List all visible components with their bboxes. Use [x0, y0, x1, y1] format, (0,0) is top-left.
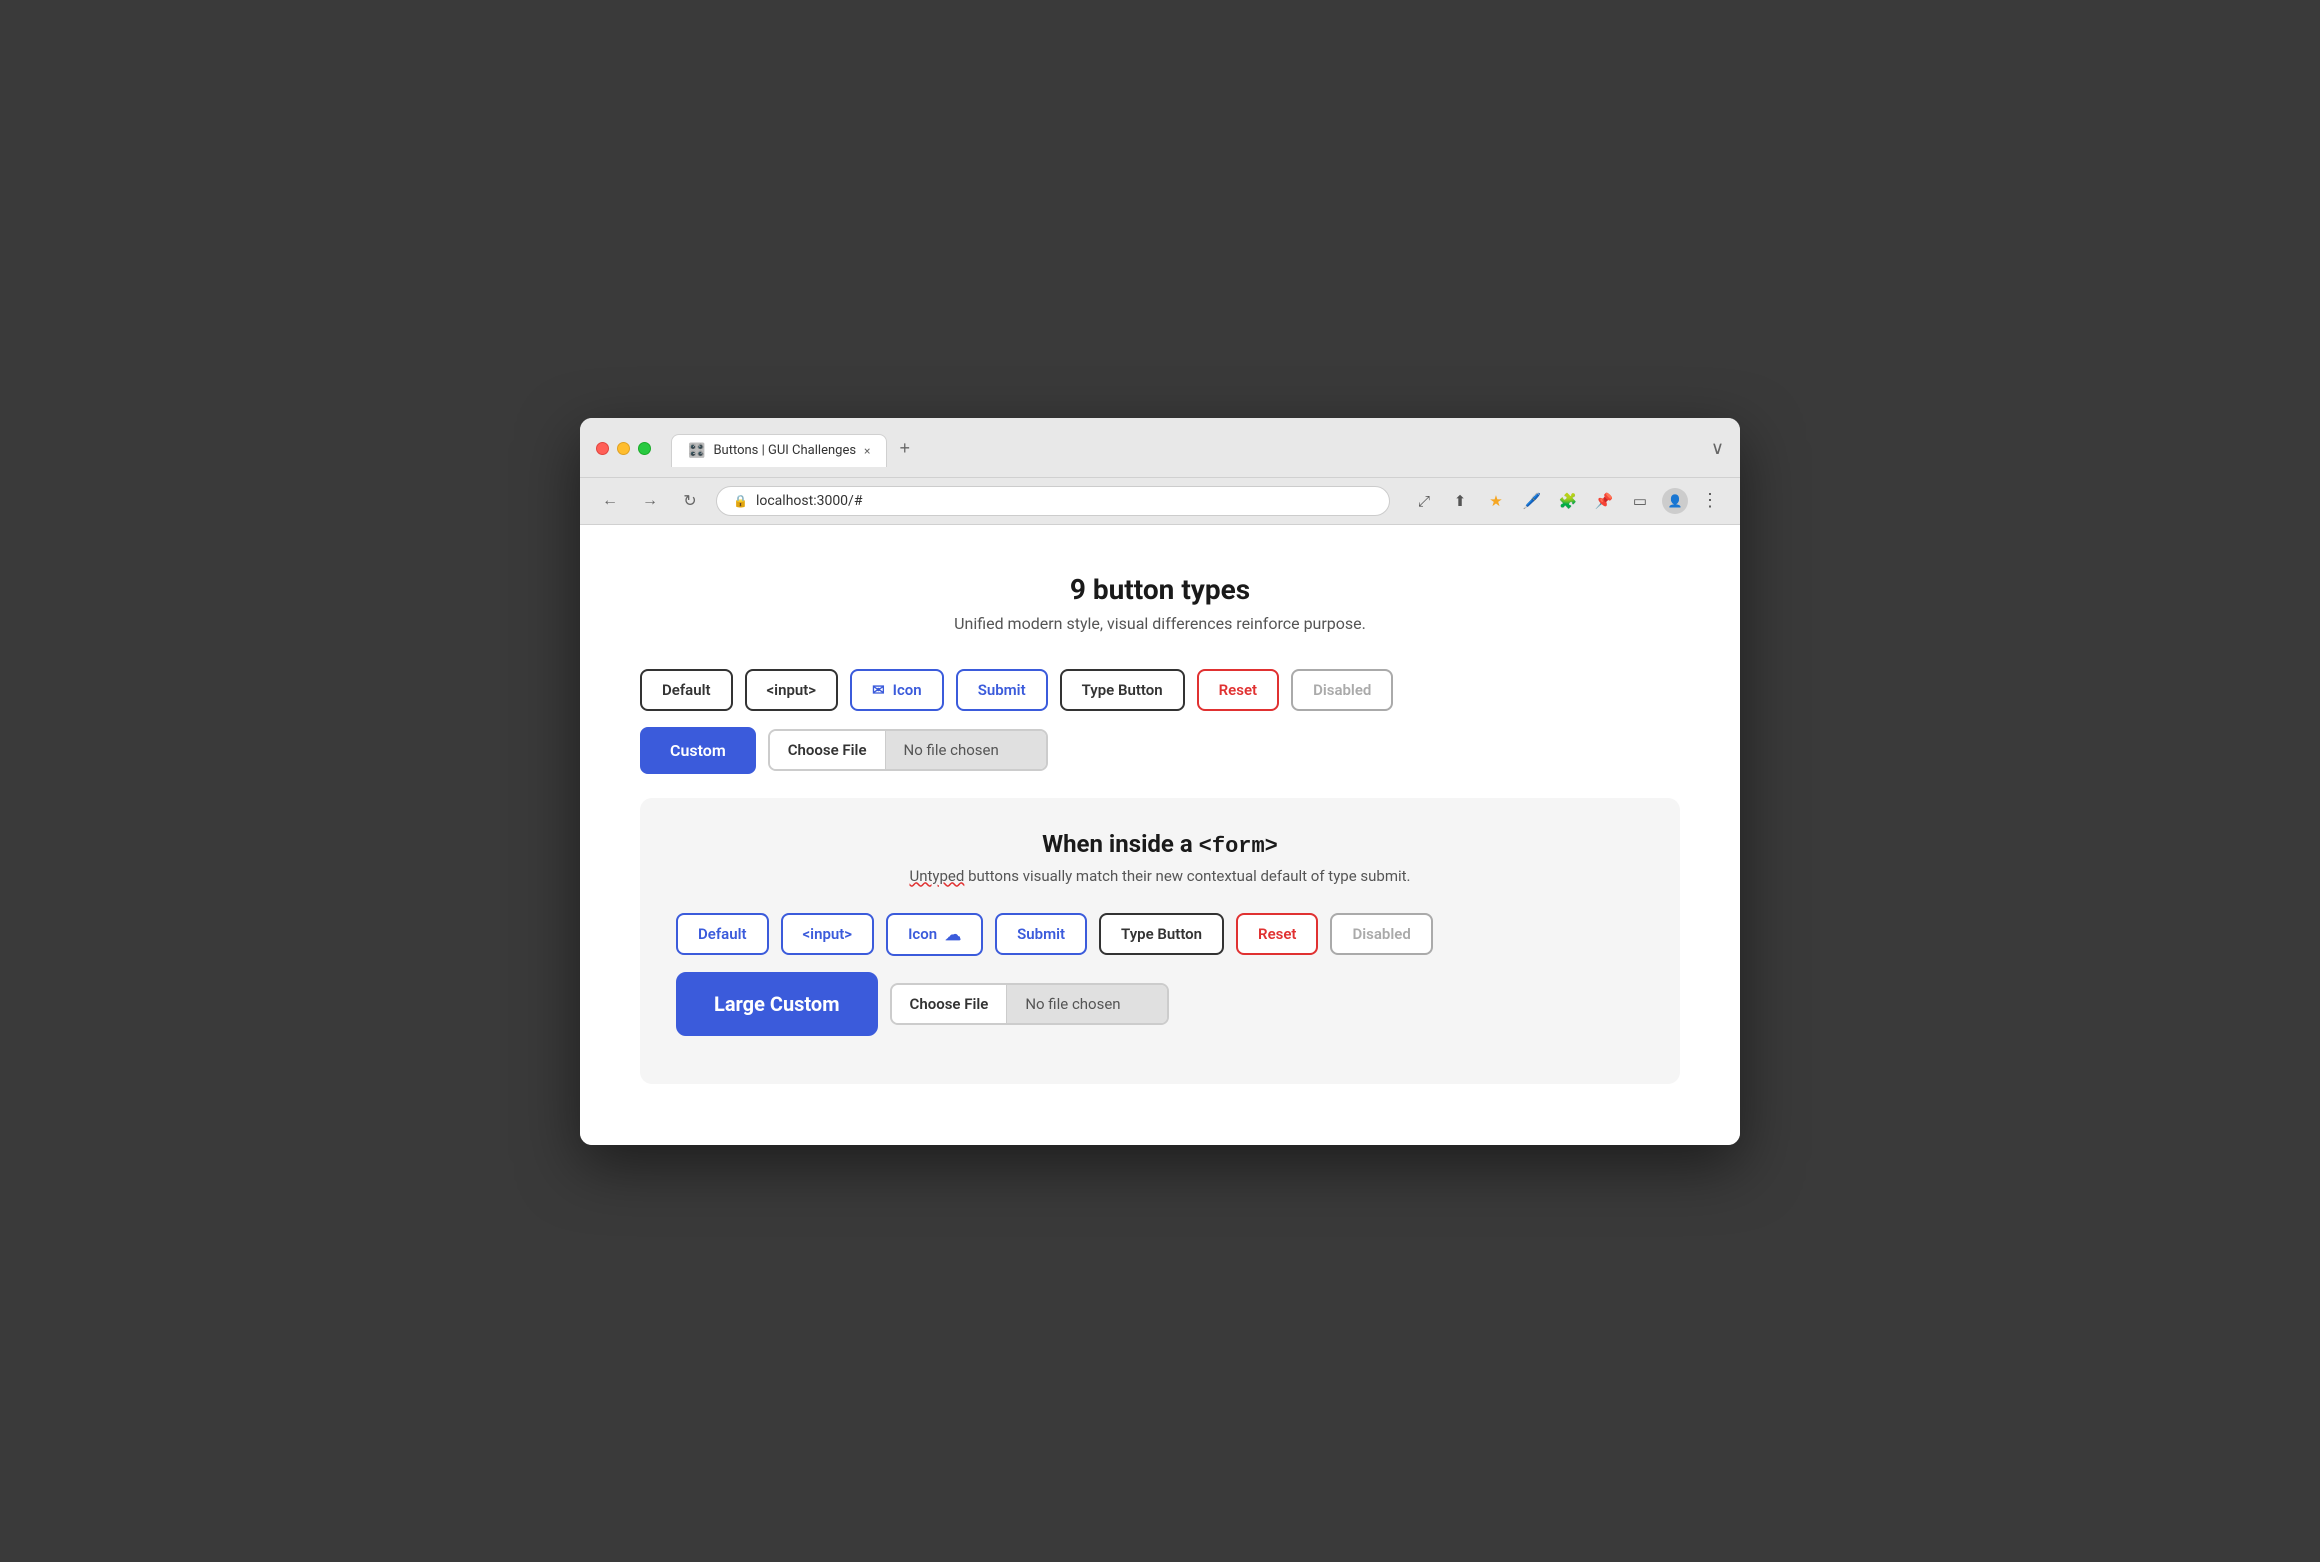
close-window-button[interactable]: [596, 442, 609, 455]
window-expand-icon[interactable]: ∨: [1711, 438, 1724, 459]
button-group-row2: Custom Choose File No file chosen: [640, 727, 1680, 774]
type-button-button[interactable]: Type Button: [1060, 669, 1185, 711]
tab-title: Buttons | GUI Challenges: [713, 443, 856, 458]
pin-icon[interactable]: 📌: [1590, 487, 1618, 515]
browser-tabs: 🎛️ Buttons | GUI Challenges × +: [671, 430, 922, 467]
form-reset-button[interactable]: Reset: [1236, 913, 1318, 955]
new-tab-button[interactable]: +: [887, 430, 922, 467]
reset-button[interactable]: Reset: [1197, 669, 1279, 711]
form-type-button-button[interactable]: Type Button: [1099, 913, 1224, 955]
submit-button[interactable]: Submit: [956, 669, 1048, 711]
email-icon: ✉: [872, 681, 885, 699]
minimize-window-button[interactable]: [617, 442, 630, 455]
form-submit-button[interactable]: Submit: [995, 913, 1087, 955]
icon-button[interactable]: ✉ Icon: [850, 669, 944, 711]
form-file-no-chosen-label: No file chosen: [1007, 985, 1167, 1023]
form-file-input-wrapper: Choose File No file chosen: [890, 983, 1170, 1025]
expand-page-icon[interactable]: ⤢: [1410, 487, 1438, 515]
file-no-chosen-label: No file chosen: [886, 731, 1046, 769]
extensions-icon[interactable]: 🧩: [1554, 487, 1582, 515]
browser-titlebar: 🎛️ Buttons | GUI Challenges × + ∨: [580, 418, 1740, 478]
form-choose-file-button[interactable]: Choose File: [892, 985, 1008, 1023]
form-input-button[interactable]: <input>: [781, 913, 875, 955]
form-disabled-button: Disabled: [1330, 913, 1432, 955]
custom-button[interactable]: Custom: [640, 727, 756, 774]
refresh-button[interactable]: ↻: [676, 487, 704, 515]
page-title: 9 button types: [640, 573, 1680, 606]
lock-icon: 🔒: [733, 494, 748, 508]
colorpicker-icon[interactable]: 🖊️: [1518, 487, 1546, 515]
page-content: 9 button types Unified modern style, vis…: [580, 525, 1740, 1145]
input-button[interactable]: <input>: [745, 669, 839, 711]
toolbar-icons: ⤢ ⬆ ★ 🖊️ 🧩 📌 ▭ 👤 ⋮: [1410, 487, 1724, 515]
form-section-subtitle: Untyped buttons visually match their new…: [676, 867, 1644, 885]
cloud-icon: ☁: [945, 925, 961, 944]
form-icon-button[interactable]: Icon ☁: [886, 913, 983, 956]
form-button-group-row1: Default <input> Icon ☁ Submit Type Butto…: [676, 913, 1644, 956]
choose-file-button[interactable]: Choose File: [770, 731, 886, 769]
tab-close-button[interactable]: ×: [864, 444, 870, 458]
page-subtitle: Unified modern style, visual differences…: [640, 614, 1680, 633]
form-section: When inside a <form> Untyped buttons vis…: [640, 798, 1680, 1084]
active-tab[interactable]: 🎛️ Buttons | GUI Challenges ×: [671, 434, 887, 467]
button-group-row1: Default <input> ✉ Icon Submit Type Butto…: [640, 669, 1680, 711]
default-button[interactable]: Default: [640, 669, 733, 711]
tab-favicon-icon: 🎛️: [688, 443, 705, 459]
browser-controls: 🎛️ Buttons | GUI Challenges × + ∨: [596, 430, 1724, 467]
more-options-icon[interactable]: ⋮: [1696, 487, 1724, 515]
form-default-button[interactable]: Default: [676, 913, 769, 955]
url-text: localhost:3000/#: [756, 493, 863, 509]
bookmark-icon[interactable]: ★: [1482, 487, 1510, 515]
form-button-group-row2: Large Custom Choose File No file chosen: [676, 972, 1644, 1036]
address-bar[interactable]: 🔒 localhost:3000/#: [716, 486, 1390, 516]
disabled-button: Disabled: [1291, 669, 1393, 711]
back-button[interactable]: ←: [596, 487, 624, 515]
large-custom-button[interactable]: Large Custom: [676, 972, 878, 1036]
forward-button[interactable]: →: [636, 487, 664, 515]
file-input-wrapper: Choose File No file chosen: [768, 729, 1048, 771]
sidebar-icon[interactable]: ▭: [1626, 487, 1654, 515]
address-bar-row: ← → ↻ 🔒 localhost:3000/# ⤢ ⬆ ★ 🖊️ 🧩 📌 ▭ …: [580, 478, 1740, 525]
maximize-window-button[interactable]: [638, 442, 651, 455]
share-icon[interactable]: ⬆: [1446, 487, 1474, 515]
form-section-title: When inside a <form>: [676, 830, 1644, 859]
profile-icon[interactable]: 👤: [1662, 488, 1688, 514]
browser-window: 🎛️ Buttons | GUI Challenges × + ∨ ← → ↻ …: [580, 418, 1740, 1145]
